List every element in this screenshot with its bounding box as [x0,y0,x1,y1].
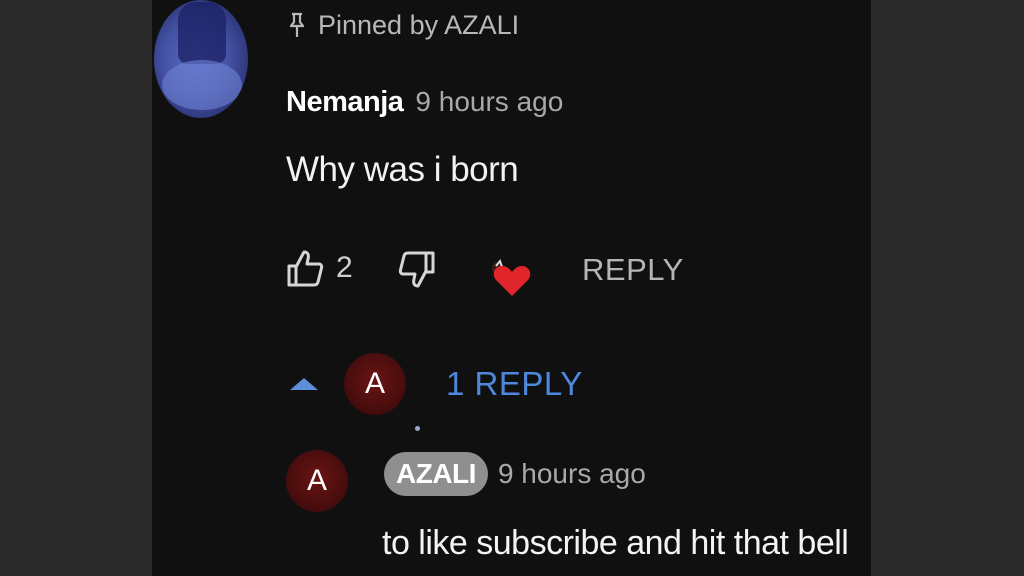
comments-panel: Pinned by AZALI Nemanja 9 hours ago Why … [152,0,871,576]
comment-action-bar: 2 REPLY [286,248,846,296]
avatar-letter: A [306,464,327,497]
avatar-letter: A [364,367,385,400]
reply-timestamp[interactable]: 9 hours ago [498,458,646,490]
caret-up-icon [290,378,318,390]
reply-header: AZALI 9 hours ago [384,452,646,496]
like-count: 2 [336,251,353,284]
avatar-highlight [162,60,242,110]
pin-icon [290,12,304,37]
pinned-indicator: Pinned by AZALI [290,8,519,42]
thread-dot [415,426,420,431]
comment-text: Why was i born [286,150,519,189]
replier-avatar-small: A [344,353,406,415]
creator-heart-icon [492,258,531,296]
thumb-down-icon [398,251,435,288]
avatar-figure [178,2,226,64]
view-replies-toggle[interactable]: A 1 REPLY [290,353,583,415]
reply-text: to like subscribe and hit that bell [382,524,849,562]
comment-timestamp[interactable]: 9 hours ago [415,86,563,118]
reply-button[interactable]: REPLY [582,252,684,288]
comment-author[interactable]: Nemanja [286,86,404,119]
reply-avatar[interactable]: A [286,450,348,512]
comment-header: Nemanja 9 hours ago [286,86,563,119]
pinned-label: Pinned by AZALI [318,9,520,40]
replies-count-label[interactable]: 1 REPLY [446,365,583,403]
thumb-up-icon [287,250,324,287]
creator-heart-button[interactable] [490,256,534,300]
like-button[interactable]: 2 [286,248,353,288]
reply-author-chip[interactable]: AZALI [384,452,488,496]
commenter-avatar[interactable] [154,0,248,118]
dislike-button[interactable] [398,250,436,295]
